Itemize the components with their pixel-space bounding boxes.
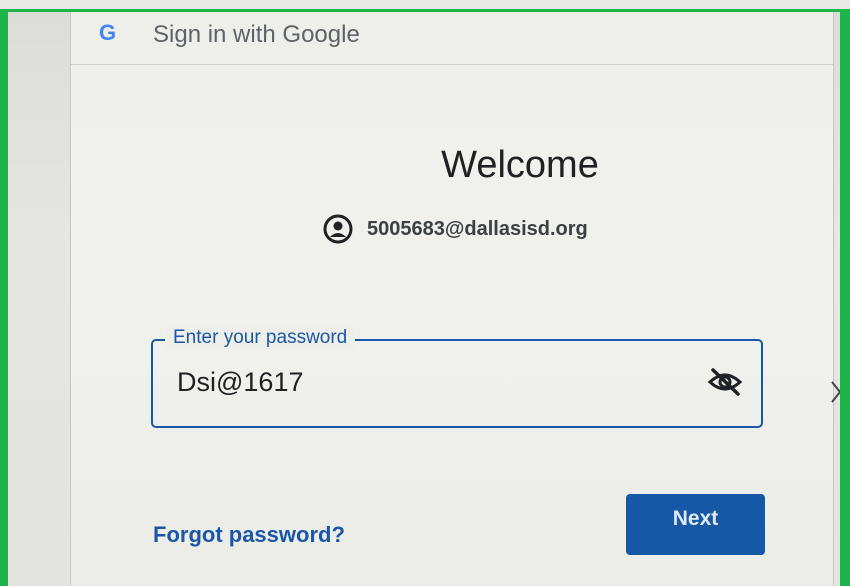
chevron-right-icon[interactable]	[830, 372, 840, 412]
top-bezel-strip	[0, 0, 850, 9]
visibility-off-icon[interactable]	[707, 367, 743, 397]
card-header: G Sign in with Google	[71, 12, 833, 65]
password-input[interactable]: Dsi@1617	[177, 367, 303, 398]
forgot-password-link[interactable]: Forgot password?	[153, 522, 345, 548]
account-chip[interactable]: 5005683@dallasisd.org	[323, 214, 588, 244]
page-title: Welcome	[441, 144, 599, 186]
signin-card: G Sign in with Google Welcome 5005683@da…	[70, 12, 834, 586]
header-title: Sign in with Google	[153, 21, 360, 48]
password-label: Enter your password	[165, 327, 356, 349]
password-field[interactable]: Enter your password Dsi@1617	[151, 327, 763, 428]
account-circle-icon	[323, 214, 353, 244]
google-logo-icon: G	[99, 20, 117, 45]
next-button[interactable]: Next	[626, 494, 765, 555]
right-frame-edge	[842, 12, 850, 586]
account-email: 5005683@dallasisd.org	[367, 217, 588, 240]
screen: G Sign in with Google Welcome 5005683@da…	[8, 12, 840, 586]
